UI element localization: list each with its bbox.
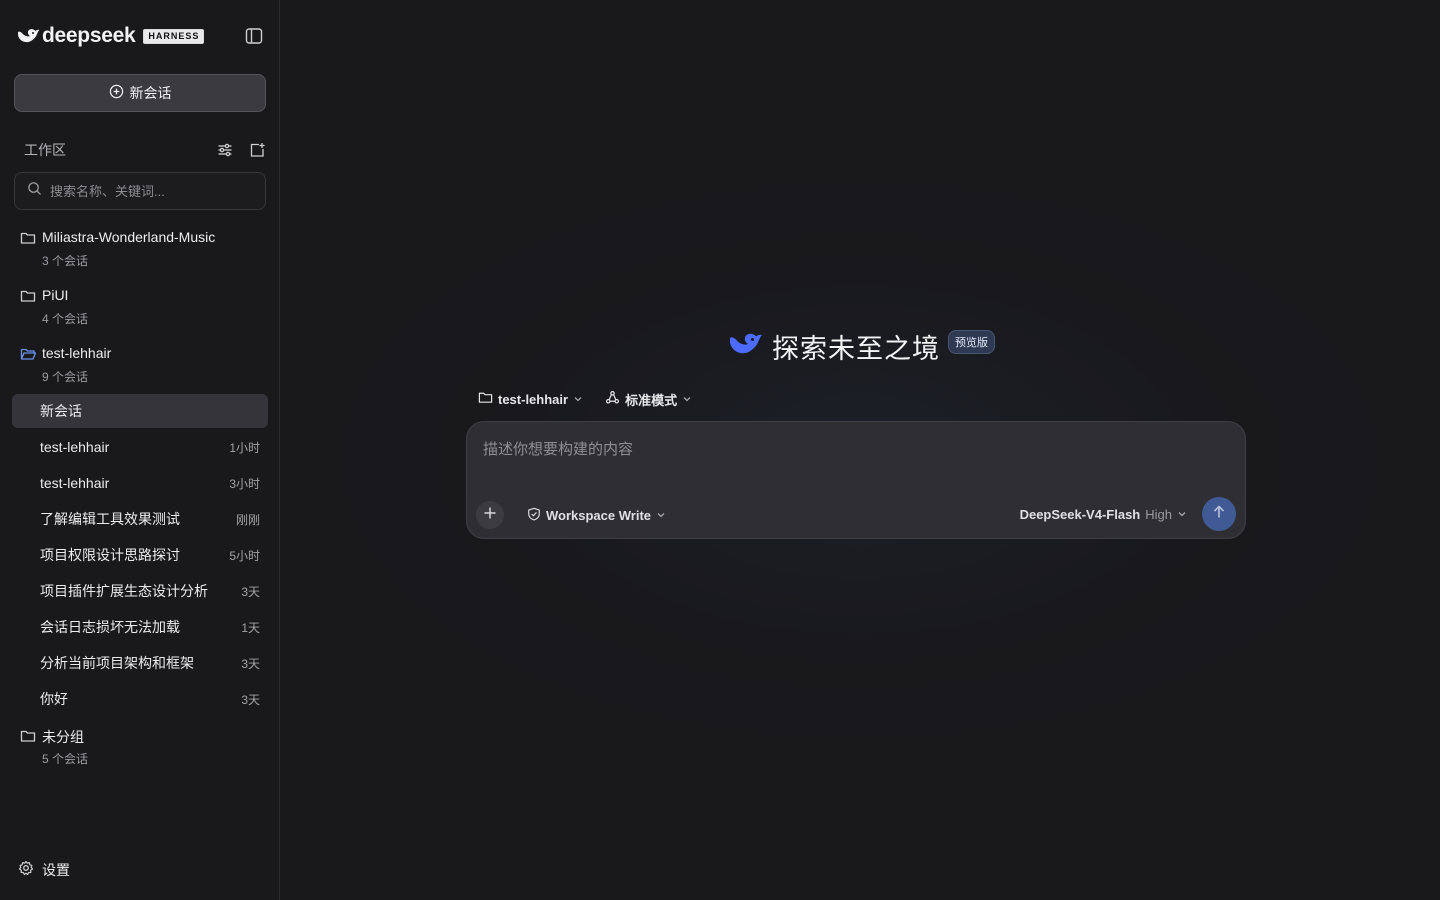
composer: Workspace Write DeepSeek-V4-Flash High [466, 421, 1246, 539]
workspace-header: 工作区 [24, 140, 266, 160]
mode-selector-label: 标准模式 [625, 392, 678, 408]
workspace-selector[interactable]: test-lehhair [478, 390, 583, 408]
permission-selector[interactable]: Workspace Write [527, 507, 666, 524]
folder-piui[interactable]: PiUI 4 个会话 [20, 287, 268, 332]
conversation-title: 项目插件扩展生态设计分析 [40, 583, 208, 599]
model-name: DeepSeek-V4-Flash [1019, 507, 1141, 522]
conversation-time: 1小时 [229, 440, 260, 455]
send-button[interactable] [1202, 497, 1236, 531]
brand-badge: HARNESS [143, 28, 205, 44]
folder-name: PiUI [42, 287, 69, 303]
filter-sliders-icon[interactable] [216, 140, 234, 160]
folder-icon [20, 230, 36, 246]
conversation-title: 了解编辑工具效果测试 [40, 511, 180, 527]
folder-count: 9 个会话 [42, 370, 89, 384]
conversation-item[interactable]: test-lehhair 1小时 [12, 430, 268, 464]
permission-selector-label: Workspace Write [546, 508, 652, 523]
mode-selector[interactable]: 标准模式 [605, 390, 692, 409]
mode-icon [605, 390, 620, 408]
folder-count: 4 个会话 [42, 312, 89, 326]
chevron-down-icon [573, 392, 583, 407]
folder-name: 未分组 [42, 729, 84, 745]
folder-count: 3 个会话 [42, 254, 89, 268]
main-panel: 探索未至之境 预览版 test-lehhair 标准模式 描述你想要构建的内容 … [280, 0, 1440, 900]
selectors-row: test-lehhair 标准模式 [478, 389, 692, 409]
new-chat-label: 新会话 [129, 85, 172, 101]
folder-icon [20, 288, 36, 304]
conversation-item[interactable]: 新会话 [12, 394, 268, 428]
conversation-title: test-lehhair [40, 439, 110, 455]
folder-open-icon [20, 346, 37, 362]
prompt-input[interactable] [483, 438, 1223, 478]
conversation-title: 项目权限设计思路探讨 [40, 547, 180, 563]
gear-icon [18, 860, 34, 881]
folder-icon [478, 390, 493, 408]
conversation-title: 新会话 [40, 403, 82, 419]
search-icon [27, 181, 42, 201]
conversation-time: 5小时 [229, 548, 260, 563]
folder-count: 5 个会话 [42, 752, 89, 766]
hero-title: 探索未至之境 [772, 333, 940, 364]
conversation-item[interactable]: 分析当前项目架构和框架 3天 [12, 646, 268, 680]
conversation-item[interactable]: 你好 3天 [12, 682, 268, 716]
folder-name: test-lehhair [42, 345, 112, 361]
conversation-item[interactable]: 会话日志损坏无法加载 1天 [12, 610, 268, 644]
brand: deepseek HARNESS [16, 24, 266, 48]
folder-icon [20, 728, 36, 744]
plus-icon [483, 506, 497, 525]
chevron-down-icon [656, 508, 666, 523]
sidebar: deepseek HARNESS 新会话 工作区 搜索名称、关键词... Mil… [0, 0, 280, 900]
preview-badge: 预览版 [948, 330, 995, 354]
new-folder-icon[interactable] [248, 140, 266, 160]
model-level: High [1145, 507, 1172, 522]
conversation-title: test-lehhair [40, 475, 110, 491]
conversation-title: 会话日志损坏无法加载 [40, 619, 180, 635]
plus-circle-icon [109, 84, 124, 102]
conversation-time: 3天 [241, 656, 260, 671]
conversation-item[interactable]: test-lehhair 3小时 [12, 466, 268, 500]
conversation-title: 你好 [40, 691, 68, 707]
conversation-time: 刚刚 [235, 512, 260, 527]
settings-label: 设置 [42, 862, 70, 878]
workspace-title: 工作区 [24, 142, 66, 158]
conversation-time: 1天 [241, 620, 260, 635]
folder-ungrouped[interactable]: 未分组 5 个会话 [20, 728, 268, 772]
conversation-time: 3天 [241, 584, 260, 599]
brand-name: deepseek [42, 24, 136, 47]
new-chat-button[interactable]: 新会话 [14, 74, 266, 112]
conversation-item[interactable]: 项目权限设计思路探讨 5小时 [12, 538, 268, 572]
folder-name: Miliastra-Wonderland-Music [42, 229, 216, 245]
workspace-search[interactable] [14, 172, 266, 210]
conversation-time: 3天 [241, 692, 260, 707]
add-attachment-button[interactable] [476, 501, 504, 529]
model-selector[interactable]: DeepSeek-V4-Flash High [1020, 507, 1187, 522]
conversation-item[interactable]: 项目插件扩展生态设计分析 3天 [12, 574, 268, 608]
settings-button[interactable]: 设置 [18, 859, 70, 881]
whale-logo-icon [16, 26, 40, 46]
search-input[interactable] [50, 183, 250, 199]
hero: 探索未至之境 预览版 [726, 328, 995, 364]
whale-logo-icon [726, 329, 764, 364]
conversation-title: 分析当前项目架构和框架 [40, 655, 194, 671]
chevron-down-icon [1177, 507, 1187, 522]
conversation-time: 3小时 [229, 476, 260, 491]
folder-miliastra[interactable]: Miliastra-Wonderland-Music 3 个会话 [20, 229, 268, 274]
workspace-selector-label: test-lehhair [498, 391, 569, 407]
chevron-down-icon [682, 392, 692, 407]
arrow-up-icon [1211, 504, 1227, 525]
folder-test-lehhair[interactable]: test-lehhair 9 个会话 [20, 345, 268, 390]
conversation-item[interactable]: 了解编辑工具效果测试 刚刚 [12, 502, 268, 536]
shield-check-icon [527, 507, 541, 524]
sidebar-toggle-icon[interactable] [244, 26, 264, 46]
